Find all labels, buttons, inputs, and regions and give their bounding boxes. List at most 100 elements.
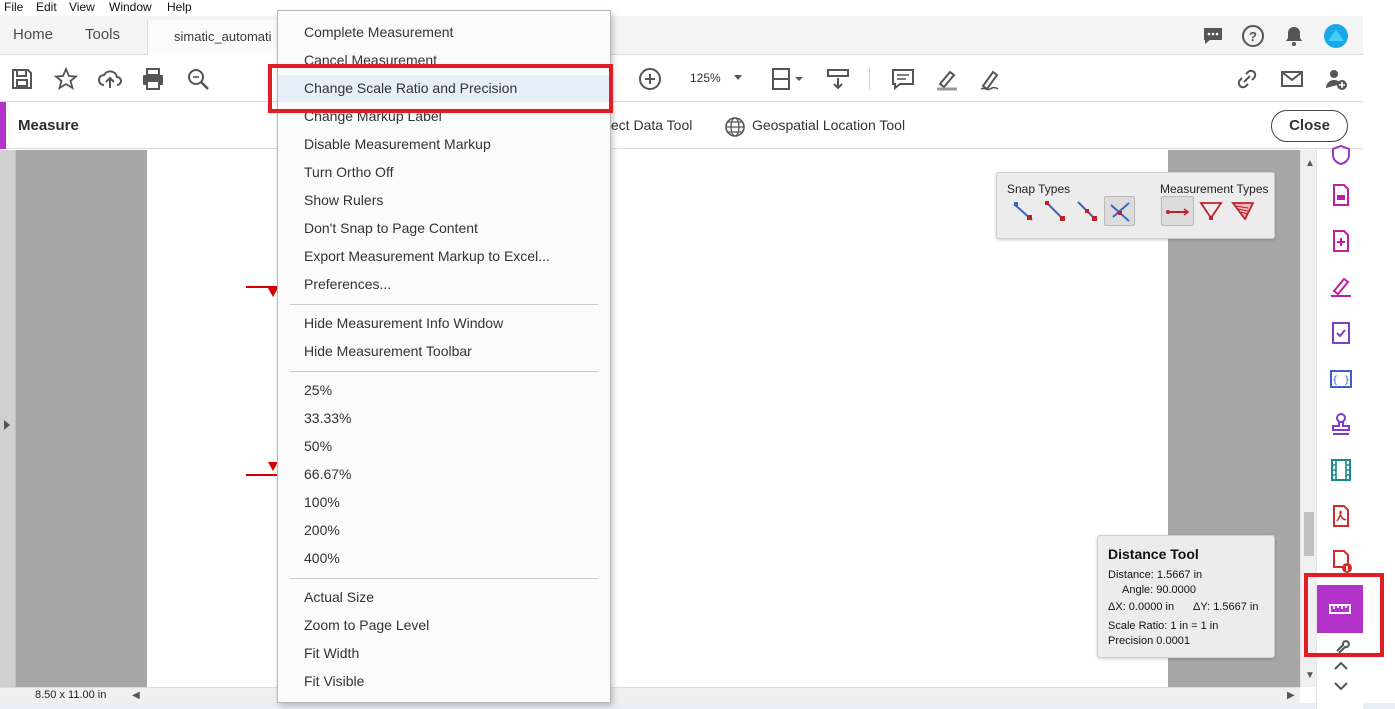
email-icon[interactable] [1279, 66, 1305, 92]
fill-sign-icon[interactable] [1329, 274, 1353, 298]
help-icon[interactable]: ? [1241, 24, 1265, 48]
menu-item-highlight-box [268, 64, 613, 113]
object-data-tool-button[interactable]: bject Data Tool [600, 117, 692, 133]
svg-text:?: ? [1249, 29, 1257, 44]
measure-tool-highlight-box [1304, 573, 1384, 657]
menu-item-complete-measurement[interactable]: Complete Measurement [278, 19, 610, 46]
create-pdf-icon[interactable] [1329, 229, 1353, 253]
left-panel-toggle[interactable] [0, 150, 16, 687]
page-size-label: 8.50 x 11.00 in [35, 689, 107, 701]
distance-tool-title: Distance Tool [1108, 546, 1199, 562]
snap-to-path-icon[interactable] [1010, 198, 1036, 224]
scroll-right-arrow-icon[interactable]: ▶ [1287, 690, 1295, 701]
menu-item-preferences[interactable]: Preferences... [278, 271, 610, 298]
menu-item-disable-measurement-markup[interactable]: Disable Measurement Markup [278, 131, 610, 158]
menu-item-hide-measurement-toolbar[interactable]: Hide Measurement Toolbar [278, 338, 610, 365]
tab-document[interactable]: simatic_automati [147, 20, 297, 55]
comment-note-icon[interactable] [890, 66, 916, 92]
menu-item-actual-size[interactable]: Actual Size [278, 584, 610, 611]
upload-cloud-icon[interactable] [97, 66, 123, 92]
perimeter-tool-icon[interactable] [1198, 198, 1224, 224]
menu-item-hide-info-window[interactable]: Hide Measurement Info Window [278, 310, 610, 337]
scroll-left-arrow-icon[interactable]: ◀ [132, 690, 140, 701]
save-icon[interactable] [9, 66, 35, 92]
organize-pages-icon[interactable] [1329, 183, 1353, 207]
pdf-standards-icon[interactable] [1329, 504, 1353, 528]
document-tab-label: simatic_automati [174, 29, 272, 44]
menu-file[interactable]: File [4, 0, 23, 15]
page-layout-icon[interactable] [770, 66, 804, 92]
menu-item-dont-snap[interactable]: Don't Snap to Page Content [278, 215, 610, 242]
tab-tools[interactable]: Tools [85, 26, 120, 43]
expand-arrow-icon [4, 420, 10, 430]
bookmark-star-icon[interactable] [53, 66, 79, 92]
menu-bar: File Edit View Window Help [0, 0, 1395, 16]
highlight-pen-icon[interactable] [934, 66, 960, 92]
snap-types-label: Snap Types [1007, 182, 1071, 196]
menu-item-zoom-25[interactable]: 25% [278, 377, 610, 404]
measure-toolbar: Measure bject Data Tool Geospatial Locat… [0, 102, 1363, 149]
chevron-up-icon[interactable] [1329, 657, 1353, 673]
chevron-down-icon [734, 75, 742, 80]
close-measure-button[interactable]: Close [1271, 110, 1348, 142]
scroll-mode-icon[interactable] [825, 66, 851, 92]
svg-text:{ }: { } [1332, 375, 1350, 386]
account-avatar-icon[interactable] [1323, 23, 1349, 49]
menu-item-show-rulers[interactable]: Show Rulers [278, 187, 610, 214]
scroll-down-arrow-icon[interactable]: ▼ [1305, 670, 1315, 681]
tab-home[interactable]: Home [13, 26, 53, 43]
stamp-icon[interactable] [1329, 412, 1353, 436]
print-icon[interactable] [140, 66, 166, 92]
menu-item-zoom-200[interactable]: 200% [278, 517, 610, 544]
zoom-level-dropdown[interactable]: 125% [682, 66, 748, 92]
bell-icon[interactable] [1282, 24, 1306, 48]
measurement-line [246, 474, 278, 476]
menu-item-export-to-excel[interactable]: Export Measurement Markup to Excel... [278, 243, 610, 270]
zoom-level-value: 125% [690, 71, 721, 85]
toolbar-divider [869, 68, 870, 90]
menu-window[interactable]: Window [109, 0, 152, 15]
scale-ratio-value: Scale Ratio: 1 in = 1 in [1108, 620, 1219, 632]
zoom-in-icon[interactable] [637, 66, 663, 92]
menu-item-fit-visible[interactable]: Fit Visible [278, 668, 610, 695]
geospatial-tool-label: Geospatial Location Tool [752, 117, 906, 133]
search-zoom-icon[interactable] [185, 66, 211, 92]
menu-separator [290, 304, 598, 305]
menu-item-zoom-33[interactable]: 33.33% [278, 405, 610, 432]
menu-item-turn-ortho-off[interactable]: Turn Ortho Off [278, 159, 610, 186]
sign-pen-icon[interactable] [978, 66, 1004, 92]
snap-to-endpoint-icon[interactable] [1042, 198, 1068, 224]
snap-to-midpoint-icon[interactable] [1074, 198, 1100, 224]
measure-accent-bar [0, 102, 6, 149]
menu-view[interactable]: View [69, 0, 95, 15]
status-bar: 8.50 x 11.00 in ◀ ▶ [0, 687, 1300, 703]
menu-item-zoom-67[interactable]: 66.67% [278, 461, 610, 488]
menu-edit[interactable]: Edit [36, 0, 57, 15]
rich-media-film-icon[interactable] [1329, 458, 1353, 482]
scroll-up-arrow-icon[interactable]: ▲ [1305, 158, 1315, 169]
javascript-braces-icon[interactable]: { } [1329, 367, 1353, 391]
main-toolbar: 125% [0, 56, 1363, 102]
scrollbar-thumb[interactable] [1304, 512, 1314, 556]
share-link-icon[interactable] [1234, 66, 1260, 92]
menu-item-fit-width[interactable]: Fit Width [278, 640, 610, 667]
menu-item-zoom-100[interactable]: 100% [278, 489, 610, 516]
menu-item-zoom-50[interactable]: 50% [278, 433, 610, 460]
area-tool-icon[interactable] [1230, 198, 1256, 224]
protect-shield-icon[interactable] [1329, 143, 1353, 167]
precision-value: Precision 0.0001 [1108, 635, 1190, 647]
measurement-types-toolbar: Snap Types Measurement Types [996, 172, 1275, 239]
distance-tool-icon[interactable] [1161, 196, 1194, 226]
chevron-down-icon[interactable] [1329, 679, 1353, 695]
menu-item-zoom-to-page-level[interactable]: Zoom to Page Level [278, 612, 610, 639]
snap-to-intersection-icon[interactable] [1104, 196, 1135, 226]
distance-tool-info-window: Distance Tool Distance: 1.5667 in Angle:… [1097, 535, 1275, 658]
tab-bar: Home Tools simatic_automati ? [0, 16, 1395, 55]
measurement-types-label: Measurement Types [1160, 182, 1269, 196]
add-user-icon[interactable] [1323, 66, 1349, 92]
comment-icon[interactable] [1201, 24, 1225, 48]
menu-help[interactable]: Help [167, 0, 192, 15]
forms-check-icon[interactable] [1329, 321, 1353, 345]
pdf-info-icon[interactable] [1329, 549, 1353, 573]
menu-item-zoom-400[interactable]: 400% [278, 545, 610, 572]
